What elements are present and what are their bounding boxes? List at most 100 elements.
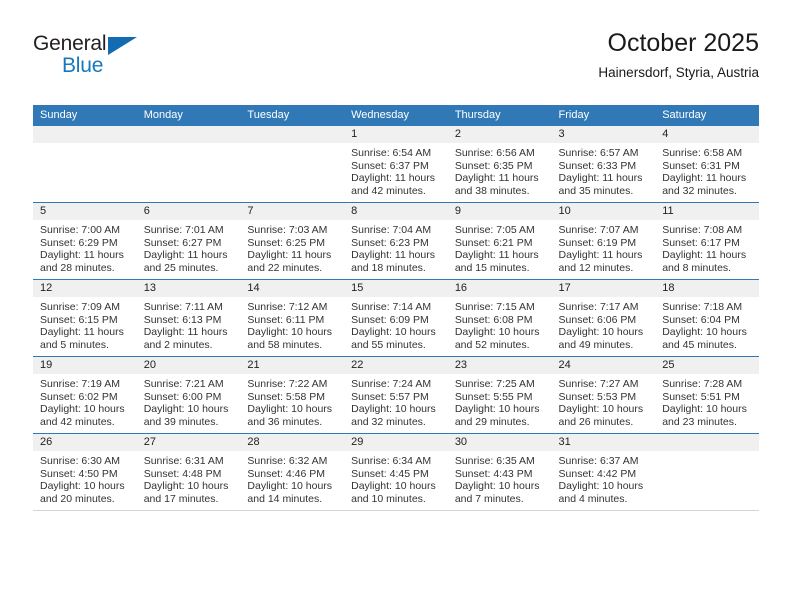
calendar-week-row: 5 Sunrise: 7:00 AM Sunset: 6:29 PM Daylight…	[33, 202, 759, 280]
daylight-duration-line2: and 2 minutes.	[143, 338, 213, 351]
calendar-week-row: 12 Sunrise: 7:09 AM Sunset: 6:15 PM Dayligh…	[33, 279, 759, 357]
calendar-cell-empty	[136, 126, 241, 203]
sunrise-time: Sunrise: 6:56 AM	[454, 147, 535, 159]
sunrise-time: Sunrise: 7:25 AM	[454, 378, 535, 390]
day-details: Sunrise: 7:18 AM Sunset: 6:04 PM Daylight:…	[655, 297, 759, 351]
day-number: 23	[447, 357, 552, 374]
day-number	[655, 434, 759, 451]
daylight-duration-line1: Daylight: 10 hours	[454, 480, 540, 493]
sunset-time: Sunset: 6:23 PM	[351, 236, 429, 249]
sunset-time: Sunset: 4:48 PM	[143, 467, 222, 480]
day-details: Sunrise: 7:12 AM Sunset: 6:11 PM Daylight:…	[240, 297, 344, 351]
day-details: Sunrise: 7:17 AM Sunset: 6:06 PM Daylight:…	[552, 297, 656, 351]
page-subtitle: Hainersdorf, Styria, Austria	[598, 65, 759, 80]
daylight-duration-line1: Daylight: 11 hours	[40, 326, 124, 339]
day-number: 13	[136, 280, 241, 297]
calendar-day-cell[interactable]: 11 Sunrise: 7:08 AM Sunset: 6:17 PM Dayligh…	[655, 202, 759, 280]
day-details: Sunrise: 7:19 AM Sunset: 6:02 PM Daylight:…	[33, 374, 137, 428]
sunrise-time: Sunrise: 7:17 AM	[558, 301, 639, 313]
sunrise-time: Sunrise: 7:21 AM	[143, 378, 224, 390]
calendar-day-cell[interactable]: 26 Sunrise: 6:30 AM Sunset: 4:50 PM Dayligh…	[33, 433, 137, 511]
daylight-duration-line1: Daylight: 11 hours	[40, 249, 124, 262]
calendar-day-cell[interactable]: 25 Sunrise: 7:28 AM Sunset: 5:51 PM Dayligh…	[655, 356, 759, 434]
sunset-time: Sunset: 6:08 PM	[454, 313, 533, 326]
sunrise-time: Sunrise: 6:57 AM	[558, 147, 639, 159]
daylight-duration-line2: and 42 minutes.	[351, 184, 426, 197]
daylight-duration-line1: Daylight: 10 hours	[143, 403, 229, 416]
day-number: 30	[447, 434, 552, 451]
calendar-day-cell[interactable]: 5 Sunrise: 7:00 AM Sunset: 6:29 PM Daylight…	[33, 202, 137, 280]
calendar-day-cell[interactable]: 13 Sunrise: 7:11 AM Sunset: 6:13 PM Dayligh…	[136, 279, 241, 357]
daylight-duration-line1: Daylight: 11 hours	[247, 249, 332, 262]
day-number: 25	[655, 357, 759, 374]
calendar-day-cell[interactable]: 27 Sunrise: 6:31 AM Sunset: 4:48 PM Dayligh…	[136, 433, 241, 511]
calendar-day-cell[interactable]: 20 Sunrise: 7:21 AM Sunset: 6:00 PM Dayligh…	[136, 356, 241, 434]
calendar-day-cell[interactable]: 31 Sunrise: 6:37 AM Sunset: 4:42 PM Dayligh…	[551, 433, 656, 511]
day-number: 11	[655, 203, 759, 220]
day-number: 10	[551, 203, 656, 220]
day-details: Sunrise: 7:22 AM Sunset: 5:58 PM Daylight:…	[240, 374, 344, 428]
day-number: 12	[33, 280, 137, 297]
sunset-time: Sunset: 6:06 PM	[558, 313, 637, 326]
calendar-day-cell[interactable]: 9 Sunrise: 7:05 AM Sunset: 6:21 PM Daylight…	[447, 202, 552, 280]
day-number: 7	[240, 203, 345, 220]
calendar-day-cell[interactable]: 8 Sunrise: 7:04 AM Sunset: 6:23 PM Daylight…	[344, 202, 448, 280]
calendar-day-cell[interactable]: 3 Sunrise: 6:57 AM Sunset: 6:33 PM Daylight…	[551, 126, 656, 203]
calendar-day-cell[interactable]: 6 Sunrise: 7:01 AM Sunset: 6:27 PM Daylight…	[136, 202, 241, 280]
calendar-day-cell[interactable]: 30 Sunrise: 6:35 AM Sunset: 4:43 PM Dayligh…	[447, 433, 552, 511]
day-details: Sunrise: 7:00 AM Sunset: 6:29 PM Daylight:…	[33, 220, 137, 274]
sunset-time: Sunset: 6:31 PM	[662, 159, 740, 172]
day-number: 1	[344, 126, 448, 143]
day-details: Sunrise: 7:04 AM Sunset: 6:23 PM Daylight:…	[344, 220, 448, 274]
daylight-duration-line2: and 29 minutes.	[454, 415, 530, 428]
sunrise-time: Sunrise: 7:03 AM	[247, 224, 328, 236]
calendar-day-cell[interactable]: 29 Sunrise: 6:34 AM Sunset: 4:45 PM Dayligh…	[344, 433, 448, 511]
day-details: Sunrise: 7:08 AM Sunset: 6:17 PM Daylight:…	[655, 220, 759, 274]
sunset-time: Sunset: 5:57 PM	[351, 390, 429, 403]
calendar-day-cell[interactable]: 14 Sunrise: 7:12 AM Sunset: 6:11 PM Dayligh…	[240, 279, 345, 357]
weekday-header-thursday: Thursday	[447, 105, 552, 126]
day-number: 3	[551, 126, 656, 143]
day-details: Sunrise: 7:24 AM Sunset: 5:57 PM Daylight:…	[344, 374, 448, 428]
sunset-time: Sunset: 6:04 PM	[662, 313, 740, 326]
calendar-day-cell[interactable]: 2 Sunrise: 6:56 AM Sunset: 6:35 PM Daylight…	[447, 126, 552, 203]
day-details: Sunrise: 7:07 AM Sunset: 6:19 PM Daylight:…	[552, 220, 656, 274]
calendar-day-cell[interactable]: 24 Sunrise: 7:27 AM Sunset: 5:53 PM Dayligh…	[551, 356, 656, 434]
calendar-day-cell[interactable]: 16 Sunrise: 7:15 AM Sunset: 6:08 PM Dayligh…	[447, 279, 552, 357]
calendar-day-cell[interactable]: 4 Sunrise: 6:58 AM Sunset: 6:31 PM Daylight…	[655, 126, 759, 203]
calendar-day-cell[interactable]: 15 Sunrise: 7:14 AM Sunset: 6:09 PM Dayligh…	[344, 279, 448, 357]
day-details: Sunrise: 6:58 AM Sunset: 6:31 PM Daylight:…	[655, 143, 759, 197]
day-number	[136, 126, 241, 143]
daylight-duration-line1: Daylight: 10 hours	[40, 403, 125, 416]
calendar-day-cell[interactable]: 18 Sunrise: 7:18 AM Sunset: 6:04 PM Dayligh…	[655, 279, 759, 357]
calendar-day-cell[interactable]: 12 Sunrise: 7:09 AM Sunset: 6:15 PM Dayligh…	[33, 279, 137, 357]
calendar-week-row: 1 Sunrise: 6:54 AM Sunset: 6:37 PM Daylight…	[33, 126, 759, 203]
daylight-duration-line1: Daylight: 10 hours	[662, 326, 747, 339]
day-details: Sunrise: 7:05 AM Sunset: 6:21 PM Daylight:…	[448, 220, 552, 274]
day-number: 20	[136, 357, 241, 374]
daylight-duration-line2: and 52 minutes.	[454, 338, 530, 351]
daylight-duration-line1: Daylight: 11 hours	[558, 249, 643, 262]
calendar-day-cell[interactable]: 17 Sunrise: 7:17 AM Sunset: 6:06 PM Dayligh…	[551, 279, 656, 357]
calendar-day-cell[interactable]: 21 Sunrise: 7:22 AM Sunset: 5:58 PM Dayligh…	[240, 356, 345, 434]
calendar-day-cell[interactable]: 1 Sunrise: 6:54 AM Sunset: 6:37 PM Daylight…	[344, 126, 448, 203]
calendar-day-cell[interactable]: 7 Sunrise: 7:03 AM Sunset: 6:25 PM Daylight…	[240, 202, 345, 280]
daylight-duration-line1: Daylight: 11 hours	[662, 172, 747, 185]
daylight-duration-line2: and 55 minutes.	[351, 338, 426, 351]
day-number: 6	[136, 203, 241, 220]
calendar-week-row: 19 Sunrise: 7:19 AM Sunset: 6:02 PM Dayligh…	[33, 356, 759, 434]
day-number: 28	[240, 434, 345, 451]
sunset-time: Sunset: 5:55 PM	[454, 390, 533, 403]
daylight-duration-line1: Daylight: 11 hours	[454, 172, 539, 185]
calendar-day-cell[interactable]: 10 Sunrise: 7:07 AM Sunset: 6:19 PM Dayligh…	[551, 202, 656, 280]
calendar-day-cell[interactable]: 28 Sunrise: 6:32 AM Sunset: 4:46 PM Dayligh…	[240, 433, 345, 511]
day-number: 31	[551, 434, 656, 451]
sunrise-time: Sunrise: 7:08 AM	[662, 224, 743, 236]
day-details: Sunrise: 7:09 AM Sunset: 6:15 PM Daylight:…	[33, 297, 137, 351]
calendar-day-cell[interactable]: 22 Sunrise: 7:24 AM Sunset: 5:57 PM Dayligh…	[344, 356, 448, 434]
calendar-day-cell[interactable]: 23 Sunrise: 7:25 AM Sunset: 5:55 PM Dayligh…	[447, 356, 552, 434]
day-number: 24	[551, 357, 656, 374]
sunrise-time: Sunrise: 7:05 AM	[454, 224, 535, 236]
daylight-duration-line1: Daylight: 11 hours	[351, 172, 435, 185]
calendar-day-cell[interactable]: 19 Sunrise: 7:19 AM Sunset: 6:02 PM Dayligh…	[33, 356, 137, 434]
